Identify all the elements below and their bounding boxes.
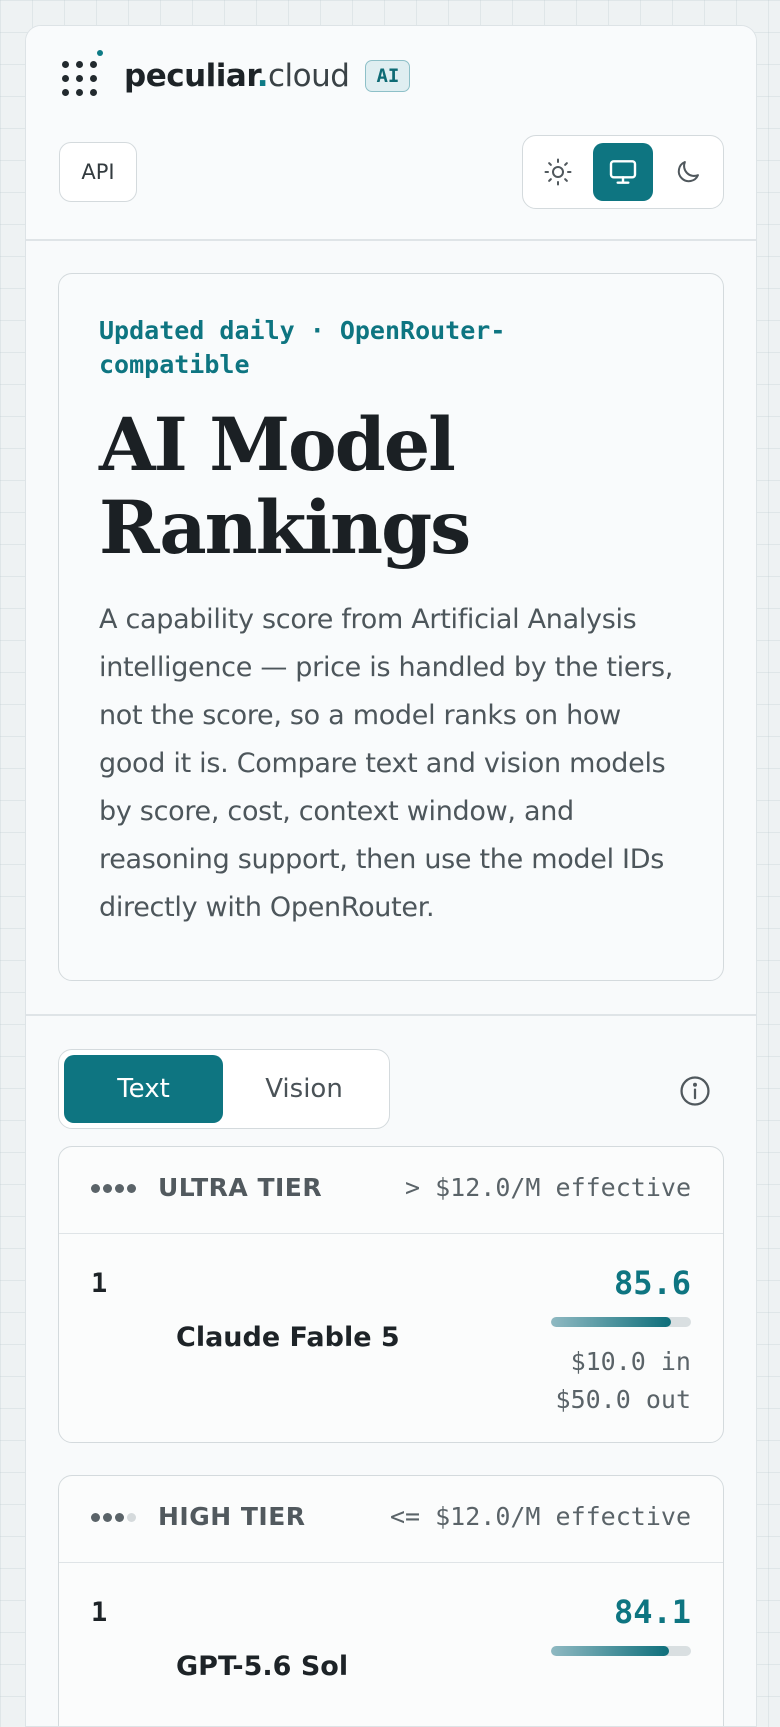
monitor-icon (609, 160, 637, 184)
tier-price: > $12.0/M effective (405, 1173, 691, 1202)
model-name: GPT-5.6 Sol (176, 1651, 349, 1682)
dark-theme-button[interactable] (658, 143, 718, 201)
score-bar-fill (551, 1317, 671, 1327)
page: peculiar.cloud AI API Updated daily · Op… (25, 25, 757, 1727)
tier-card-ultra: ULTRA TIER > $12.0/M effective 1 Claude … (58, 1146, 724, 1443)
tab-vision[interactable]: Vision (225, 1055, 383, 1123)
page-title: AI Model Rankings (99, 402, 471, 571)
hero-section: Updated daily · OpenRouter-compatible AI… (26, 241, 756, 1016)
tier-header: HIGH TIER <= $12.0/M effective (59, 1476, 723, 1563)
tier-header: ULTRA TIER > $12.0/M effective (59, 1147, 723, 1234)
brand-name: peculiar.cloud (124, 58, 350, 94)
theme-switcher (522, 135, 724, 209)
tier-card-high: HIGH TIER <= $12.0/M effective 1 GPT-5.6… (58, 1475, 724, 1726)
model-name: Claude Fable 5 (176, 1322, 400, 1353)
light-theme-button[interactable] (528, 143, 588, 201)
tier-name: HIGH TIER (158, 1502, 306, 1531)
tier-level-dots (91, 1184, 136, 1193)
model-cost: $10.0 in $50.0 out (556, 1343, 691, 1419)
ai-badge: AI (365, 60, 411, 92)
model-type-tabs: Text Vision (58, 1049, 390, 1129)
score-bar-fill (551, 1646, 669, 1656)
system-theme-button[interactable] (593, 143, 653, 201)
tabs-row: Text Vision (26, 1016, 756, 1136)
tab-text[interactable]: Text (64, 1055, 223, 1123)
model-rank: 1 (91, 1597, 108, 1628)
hero-eyebrow: Updated daily · OpenRouter-compatible (99, 316, 506, 379)
tier-price: <= $12.0/M effective (389, 1502, 691, 1531)
score-bar (551, 1646, 691, 1656)
api-button[interactable]: API (59, 142, 137, 202)
moon-icon (677, 161, 699, 183)
model-rank: 1 (91, 1268, 108, 1299)
model-score: 84.1 (613, 1593, 691, 1631)
tier-name: ULTRA TIER (158, 1173, 323, 1202)
site-header: peculiar.cloud AI API (26, 26, 756, 241)
hero-description: A capability score from Artificial Analy… (99, 604, 674, 923)
cost-in: $10.0 in (570, 1347, 691, 1376)
sun-icon (544, 158, 572, 186)
logo-grid-icon (62, 50, 106, 98)
tier-level-dots (91, 1513, 136, 1522)
info-icon[interactable] (678, 1074, 712, 1108)
cost-out: $50.0 out (555, 1385, 691, 1414)
logo[interactable]: peculiar.cloud AI (62, 50, 411, 102)
score-bar (551, 1317, 691, 1327)
model-score: 85.6 (613, 1264, 691, 1302)
model-row[interactable]: 1 Claude Fable 5 85.6 $10.0 in $50.0 out (59, 1234, 723, 1442)
model-row[interactable]: 1 GPT-5.6 Sol 84.1 (59, 1563, 723, 1726)
hero-card: Updated daily · OpenRouter-compatible AI… (58, 273, 724, 981)
